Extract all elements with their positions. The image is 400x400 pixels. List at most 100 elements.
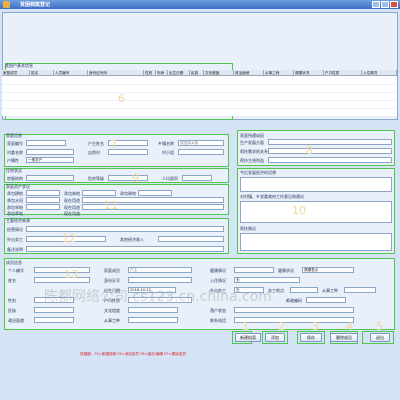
watermark: 陈都网络公司 cs123.cn.china.com (44, 289, 272, 305)
name-input[interactable] (34, 277, 90, 283)
grassland-label: 承包草地 (7, 211, 23, 216)
marker-8: 8 (306, 144, 313, 157)
shortcut-hint: 快捷键：F5=新建档案 F6=添加成员 F8=保存/编辑 F9=删除成员 (80, 352, 186, 356)
paddy-use-label: 现在用途 (64, 198, 80, 203)
marker-1: 1 (242, 320, 249, 333)
minimize-button[interactable] (372, 1, 380, 8)
delete-member-button[interactable]: 删除成员 (330, 333, 358, 342)
marker-11: 11 (104, 199, 118, 212)
app-icon (3, 1, 10, 8)
marker-13: 13 (64, 268, 78, 281)
paddy-input[interactable] (26, 197, 60, 203)
marker-6: 6 (118, 92, 125, 105)
town-select[interactable]: 请选择乡镇 (178, 140, 224, 146)
id-no-input[interactable] (128, 277, 192, 283)
politics-label: 政治面貌 (8, 318, 24, 323)
household-no-input[interactable] (26, 140, 66, 146)
person-no-input[interactable] (34, 267, 90, 273)
account-status-input[interactable] (234, 307, 354, 313)
note-input[interactable] (26, 246, 224, 252)
household-type-select[interactable]: 一般农户 (26, 157, 74, 163)
family-member-select[interactable]: 户主 (128, 267, 192, 273)
person-no-label: 个人编号 (8, 268, 24, 273)
group-label: 村小组 (162, 150, 174, 155)
household-no-label: 家庭编号 (7, 141, 23, 146)
help-textarea[interactable] (240, 233, 392, 251)
contact-input[interactable] (234, 317, 354, 323)
income-title: 主要经济来源 (6, 218, 30, 223)
danger-level-select[interactable] (108, 175, 148, 181)
advice-title: 对村镇、乡党委政府工作意见和建议 (240, 194, 304, 199)
household-name-label: 户主姓名 (88, 141, 104, 146)
family-title: 家庭信息 (6, 133, 22, 138)
farmland-input[interactable] (26, 190, 60, 196)
grassland-use-label: 现在用途 (64, 211, 80, 216)
other-income-input[interactable] (158, 236, 224, 242)
plan-title: 今后发展经济的设想 (240, 170, 276, 175)
marker-5: 5 (376, 320, 383, 333)
marker-4: 4 (346, 320, 353, 333)
work-place-input[interactable] (290, 287, 318, 293)
relation-label: 帮扶需求的关系 (240, 149, 268, 154)
new-record-button[interactable]: 新建档案 (235, 333, 261, 342)
plan-textarea[interactable] (240, 177, 392, 192)
politics-select[interactable] (34, 317, 74, 323)
area-input[interactable] (182, 175, 212, 181)
benefit-label: 帮扶主线利益 (240, 158, 264, 163)
health-status-select[interactable]: 健康表示 (302, 267, 354, 273)
group-input[interactable] (178, 149, 224, 155)
save-button[interactable]: 保存 (300, 333, 322, 342)
relation-input[interactable] (268, 148, 392, 154)
contact-label: 联系电话 (210, 318, 226, 323)
work-type-select[interactable] (128, 317, 178, 323)
job-code-label: 从事工种 (322, 288, 338, 293)
natural-village-label: 自然村 (88, 150, 100, 155)
help-title: 帮扶情况 (240, 226, 256, 231)
exit-button[interactable]: 退出 (370, 333, 390, 342)
add-member-button[interactable]: 添加 (265, 333, 285, 342)
health-label: 健康情况 (210, 268, 226, 273)
forest-label: 承包林地 (64, 191, 80, 196)
health-select[interactable] (234, 267, 274, 273)
close-button[interactable] (390, 1, 398, 8)
account-status-label: 落户状态 (210, 308, 226, 313)
gender-label: 性别 (8, 298, 16, 303)
out-work-label: 外出务工 (7, 237, 23, 242)
dryland-input[interactable] (26, 204, 60, 210)
id-no-label: 身份证号 (104, 278, 120, 283)
window-titlebar: 贫困档案登记 (0, 0, 400, 9)
marker-2: 2 (278, 320, 285, 333)
housing-structure-label: 房屋结构 (7, 176, 23, 181)
family-member-label: 家庭成员 (104, 268, 120, 273)
marker-12: 12 (62, 232, 76, 245)
village-select[interactable] (26, 149, 74, 155)
mail-input[interactable] (306, 297, 346, 303)
town-label: 乡镇名称 (158, 141, 174, 146)
nation-select[interactable] (34, 307, 74, 313)
work-type-label: 从事工种 (104, 318, 120, 323)
mail-label: 邮政编码 (286, 298, 302, 303)
housing-title: 住房状况 (6, 168, 22, 173)
advice-textarea[interactable] (240, 201, 392, 223)
ops-label: 经营情况 (7, 227, 23, 232)
poverty-cause-title: 家庭所遭成因 (240, 133, 264, 138)
health-status-label: 健康状况 (278, 268, 294, 273)
maximize-button[interactable] (381, 1, 389, 8)
residence-select[interactable]: 无 (234, 277, 300, 283)
nation-label: 民族 (8, 308, 16, 313)
orchard-input[interactable] (138, 190, 172, 196)
member-title: 成员信息 (6, 260, 22, 265)
job-code-input[interactable] (344, 287, 376, 293)
paddy-label: 承包水田 (7, 198, 23, 203)
forest-input[interactable] (82, 190, 116, 196)
farmland-label: 承包耕地 (7, 191, 23, 196)
dev-input[interactable] (268, 139, 392, 145)
area-label: 人均面积 (162, 176, 178, 181)
housing-structure-select[interactable] (26, 175, 74, 181)
ops-input[interactable] (26, 226, 224, 232)
danger-level-label: 危房等级 (88, 176, 104, 181)
benefit-input[interactable] (268, 157, 392, 163)
culture-select[interactable] (128, 307, 178, 313)
window-title: 贫困档案登记 (20, 2, 51, 8)
member-table-body[interactable] (2, 76, 397, 116)
